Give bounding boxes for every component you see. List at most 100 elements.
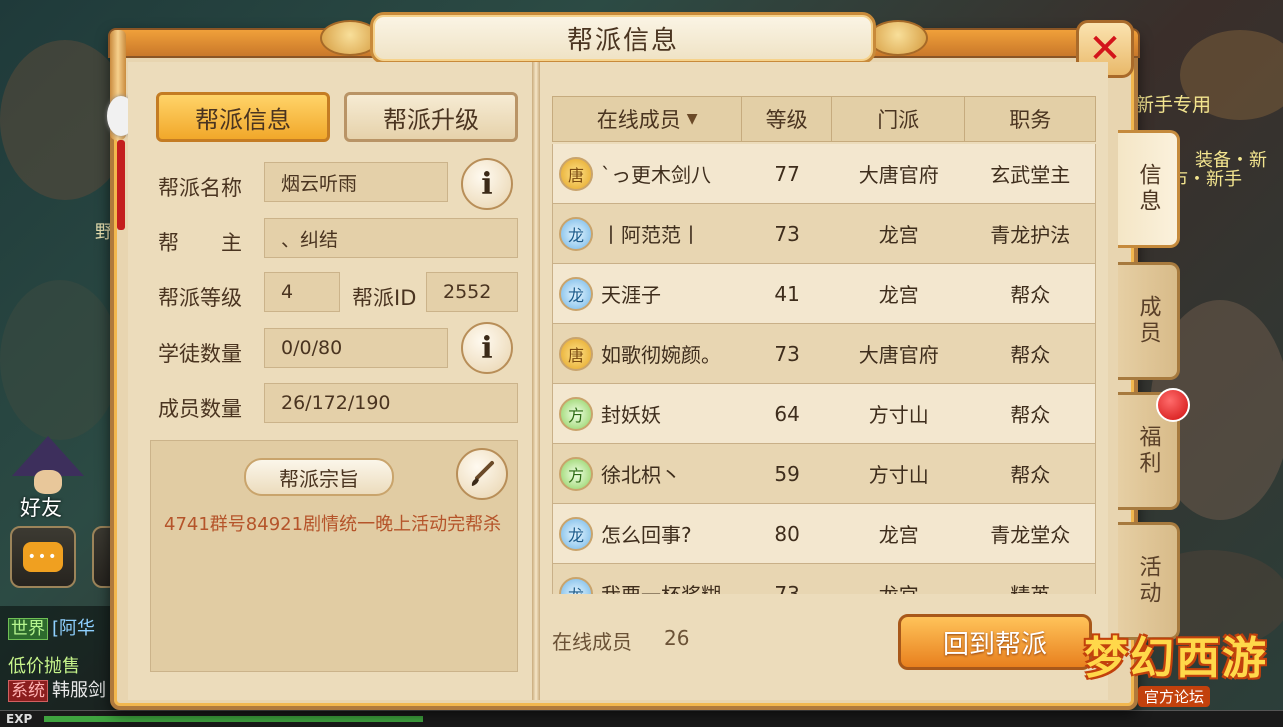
header-online-members[interactable]: 在线成员 ▼ [553, 97, 743, 141]
table-row[interactable]: 龙天涯子 41 龙宫 帮众 [552, 264, 1096, 324]
member-name-cell: 唐如歌彻婉颜。 [553, 325, 742, 383]
header-label: 在线成员 [596, 108, 681, 132]
member-level: 64 [774, 401, 800, 426]
friend-avatar[interactable] [6, 436, 88, 500]
table-row[interactable]: 龙我要一杯浆糊 73 龙宫精英 [552, 564, 1096, 594]
apprentice-field: 0/0/80 [264, 328, 448, 368]
window-title-plaque: 帮派信息 [370, 12, 876, 64]
member-name: 我要一杯浆糊 [601, 579, 721, 594]
member-level: 77 [774, 161, 800, 186]
member-count-field: 26/172/190 [264, 383, 518, 423]
header-sect[interactable]: 门派 [832, 97, 966, 141]
book-spine [532, 62, 540, 700]
member-name: `っ更木剑八 [601, 163, 711, 187]
face-icon [34, 470, 62, 494]
member-sect: 龙宫 [832, 565, 966, 594]
member-role: 精英 [965, 565, 1095, 594]
table-row[interactable]: 龙丨阿范范丨 73 龙宫 青龙护法 [552, 204, 1096, 264]
member-name-cell: 龙天涯子 [553, 265, 742, 323]
member-name-cell: 龙我要一杯浆糊 [553, 565, 742, 594]
logo-subtitle: 官方论坛 [1138, 686, 1211, 707]
member-sect: 龙宫 [878, 223, 919, 247]
datang-icon: 唐 [559, 156, 593, 191]
notification-dot-icon [1156, 388, 1190, 422]
member-name-cell: 龙丨阿范范丨 [553, 205, 742, 263]
member-level: 80 [774, 521, 800, 546]
channel-system-tag: 系统 [8, 680, 48, 702]
edit-motto-button[interactable] [456, 448, 508, 500]
info-icon: i [481, 330, 493, 366]
sort-down-icon[interactable]: ▼ [687, 111, 698, 127]
chat-line-world: 世界 [阿华 [8, 614, 95, 640]
table-row[interactable]: 方徐北枳丶 59 方寸山 帮众 [552, 444, 1096, 504]
longgong-icon: 龙 [559, 576, 593, 594]
fangcun-icon: 方 [559, 456, 593, 491]
cloud-ornament-right-icon [868, 20, 928, 56]
window-title: 帮派信息 [566, 25, 679, 56]
member-name: 天涯子 [601, 283, 661, 307]
friend-label[interactable]: 好友 [20, 492, 62, 522]
fangcun-icon: 方 [559, 396, 593, 431]
tab-guild-upgrade[interactable]: 帮派升级 [344, 92, 518, 142]
member-rows: 唐 `っ更木剑八 77 大唐官府 玄武堂主龙丨阿范范丨 73 龙宫 青龙护法龙天涯子 41 龙宫帮… [552, 144, 1096, 594]
table-row[interactable]: 唐 `っ更木剑八 77 大唐官府 玄武堂主 [552, 144, 1096, 204]
online-members-count: 26 [664, 626, 690, 650]
table-header: 在线成员 ▼ 等级 门派 职务 [552, 96, 1096, 142]
table-row[interactable]: 龙怎么回事? 80 龙宫 青龙堂众 [552, 504, 1096, 564]
exp-bar: EXP [0, 710, 1283, 727]
side-tab-members[interactable]: 成员 [1118, 262, 1180, 380]
market-sign[interactable]: 市・新手 [1170, 165, 1242, 191]
guild-name-field: 烟云听雨 [264, 162, 448, 202]
member-sect: 大唐官府 [858, 163, 939, 187]
side-tab-info[interactable]: 信息 [1118, 130, 1180, 248]
longgong-icon: 龙 [559, 276, 593, 311]
member-level: 73 [774, 581, 800, 595]
member-role: 帮众 [1010, 343, 1051, 367]
member-sect: 方寸山 [868, 463, 929, 487]
chat-bubble-icon: ••• [23, 542, 63, 572]
apprentice-info-button[interactable]: i [461, 322, 513, 374]
chat-sender[interactable]: [阿华 [52, 618, 95, 639]
member-name-cell: 唐 `っ更木剑八 [553, 145, 742, 203]
return-to-guild-button[interactable]: 回到帮派 [898, 614, 1092, 670]
member-sect: 龙宫 [878, 523, 919, 547]
channel-world-tag: 世界 [8, 618, 48, 640]
table-row[interactable]: 方封妖妖 64 方寸山 帮众 [552, 384, 1096, 444]
member-role: 帮众 [1010, 283, 1051, 307]
member-level: 73 [774, 221, 800, 246]
logo-title: 梦幻西游 [1084, 633, 1268, 684]
table-row[interactable]: 唐如歌彻婉颜。 73 大唐官府 帮众 [552, 324, 1096, 384]
member-level: 73 [774, 341, 800, 366]
guild-name-info-button[interactable]: i [461, 158, 513, 210]
exp-label: EXP [6, 712, 33, 726]
longgong-icon: 龙 [559, 516, 593, 551]
chat-button[interactable]: ••• [10, 526, 76, 588]
member-name: 如歌彻婉颜。 [601, 343, 721, 367]
chat-line-message: 低价抛售 [8, 656, 80, 677]
member-role: 玄武堂主 [990, 163, 1071, 187]
game-logo: 梦幻西游 官方论坛 [1080, 622, 1280, 712]
member-name: 丨阿范范丨 [601, 223, 701, 247]
scene-tree [0, 280, 120, 440]
member-name: 徐北枳丶 [601, 463, 681, 487]
leader-label: 帮 主 [158, 231, 242, 255]
motto-title: 帮派宗旨 [244, 458, 394, 496]
tassel-ornament [117, 140, 125, 230]
member-role: 青龙护法 [990, 223, 1071, 247]
guild-level-field: 4 [264, 272, 340, 312]
member-sect: 方寸山 [868, 403, 929, 427]
member-role: 帮众 [1010, 403, 1051, 427]
guild-name-label: 帮派名称 [158, 176, 242, 200]
member-table[interactable]: 在线成员 ▼ 等级 门派 职务 唐 `っ更木剑八 77 大唐官府 玄武堂主龙丨阿范范丨 7… [552, 96, 1096, 594]
header-level[interactable]: 等级 [742, 97, 832, 141]
member-sect: 龙宫 [878, 283, 919, 307]
member-name: 封妖妖 [601, 403, 661, 427]
newbie-sign[interactable]: 新手专用 [1135, 90, 1211, 117]
apprentice-label: 学徒数量 [158, 342, 242, 366]
tab-guild-info[interactable]: 帮派信息 [156, 92, 330, 142]
header-role[interactable]: 职务 [965, 97, 1095, 141]
guild-id-label: 帮派ID [352, 286, 417, 310]
member-sect: 大唐官府 [858, 343, 939, 367]
member-role: 青龙堂众 [990, 523, 1071, 547]
member-level: 41 [774, 281, 800, 306]
